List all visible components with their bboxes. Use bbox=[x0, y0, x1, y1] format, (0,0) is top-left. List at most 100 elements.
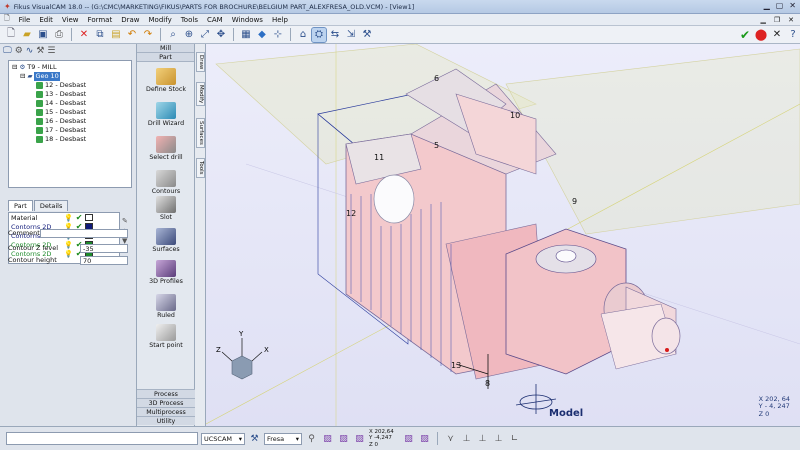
save-icon[interactable]: ▣ bbox=[36, 28, 50, 42]
tool-icon[interactable]: ⚒ bbox=[36, 46, 44, 56]
tree-op[interactable]: 13 - Desbast bbox=[12, 90, 128, 99]
comment-input[interactable] bbox=[40, 228, 128, 238]
accept-icon[interactable]: ✔ bbox=[738, 28, 752, 42]
stop-icon[interactable]: ⬤ bbox=[754, 28, 768, 42]
doc-close-button[interactable]: ✕ bbox=[788, 16, 794, 24]
settings-icon[interactable]: ⚙ bbox=[15, 46, 23, 56]
menu-cam[interactable]: CAM bbox=[207, 16, 223, 24]
pan-icon[interactable]: ✥ bbox=[214, 28, 228, 42]
copy-icon[interactable]: ⧉ bbox=[93, 28, 107, 42]
paste-icon[interactable]: ▤ bbox=[109, 28, 123, 42]
slot-button[interactable]: Slot bbox=[137, 196, 195, 221]
postprocess-icon[interactable]: ⇲ bbox=[344, 28, 358, 42]
tab-draw[interactable]: Draw bbox=[196, 52, 205, 73]
part-header[interactable]: Part bbox=[137, 53, 194, 62]
help-icon[interactable]: ? bbox=[786, 28, 800, 42]
start-point-button[interactable]: Start point bbox=[137, 324, 195, 349]
tab-details[interactable]: Details bbox=[33, 200, 69, 211]
render-icon[interactable]: ⌂ bbox=[296, 28, 310, 42]
tree-geo[interactable]: ⊟ ▰ Geo 10 bbox=[12, 72, 128, 81]
close-button[interactable]: ✕ bbox=[789, 1, 796, 10]
monitor-icon[interactable]: 🖵 bbox=[3, 46, 12, 56]
maximize-button[interactable]: ▢ bbox=[776, 1, 784, 10]
axes-icon[interactable]: ⊹ bbox=[271, 28, 285, 42]
undo-icon[interactable]: ↶ bbox=[125, 28, 139, 42]
mill-header[interactable]: Mill bbox=[137, 44, 194, 53]
cancel-icon[interactable]: ✕ bbox=[770, 28, 784, 42]
new-file-icon[interactable]: 🗋 bbox=[4, 28, 18, 42]
edit-icon[interactable]: ✎ bbox=[122, 216, 128, 226]
height-input[interactable]: 70 bbox=[80, 255, 128, 265]
shading-icon[interactable]: ◆ bbox=[255, 28, 269, 42]
snap4-icon[interactable]: ⊥ bbox=[492, 432, 505, 445]
machine-icon[interactable]: ⚒ bbox=[360, 28, 374, 42]
3d-profiles-button[interactable]: 3D Profiles bbox=[137, 260, 195, 285]
menu-format[interactable]: Format bbox=[88, 16, 113, 24]
tab-part[interactable]: Part bbox=[8, 200, 33, 211]
graph-icon[interactable]: ∿ bbox=[26, 46, 34, 56]
doc-minimize-button[interactable]: ▁ bbox=[760, 16, 765, 24]
menu-windows[interactable]: Windows bbox=[232, 16, 263, 24]
tree-op[interactable]: 17 - Desbast bbox=[12, 126, 128, 135]
list-item[interactable]: Material 💡 ✔ bbox=[9, 213, 119, 222]
utility-tab[interactable]: Utility bbox=[137, 416, 195, 425]
menu-help[interactable]: Help bbox=[272, 16, 288, 24]
surfaces-button[interactable]: Surfaces bbox=[137, 228, 195, 253]
menu-file[interactable]: File bbox=[19, 16, 31, 24]
print-icon[interactable]: ⎙ bbox=[52, 28, 66, 42]
layer-icon[interactable]: ▨ bbox=[402, 432, 415, 445]
tool-select-icon[interactable]: ⚒ bbox=[248, 432, 261, 445]
select-drill-button[interactable]: Select drill bbox=[137, 136, 195, 161]
ucs-select[interactable]: UCSCAM ▾ bbox=[201, 432, 245, 445]
tree-op[interactable]: 12 - Desbast bbox=[12, 81, 128, 90]
minimize-button[interactable]: ▁ bbox=[764, 1, 770, 10]
layer2-icon[interactable]: ▨ bbox=[418, 432, 431, 445]
menu-draw[interactable]: Draw bbox=[121, 16, 139, 24]
process-tab[interactable]: Process bbox=[137, 389, 195, 398]
snap5-icon[interactable]: ∟ bbox=[508, 432, 521, 445]
view-tile3-icon[interactable]: ▨ bbox=[353, 432, 366, 445]
menu-tools[interactable]: Tools bbox=[181, 16, 198, 24]
snap3-icon[interactable]: ⊥ bbox=[476, 432, 489, 445]
tree-op[interactable]: 16 - Desbast bbox=[12, 117, 128, 126]
tree-op[interactable]: 18 - Desbast bbox=[12, 135, 128, 144]
zoom-window-icon[interactable]: ⌕ bbox=[166, 28, 180, 42]
tab-surfaces[interactable]: Surfaces bbox=[196, 118, 205, 148]
tool-select[interactable]: Fresa ▾ bbox=[264, 432, 302, 445]
menu-view[interactable]: View bbox=[62, 16, 79, 24]
simulation-icon[interactable]: ⛭ bbox=[311, 26, 327, 43]
open-folder-icon[interactable]: ▰ bbox=[20, 28, 34, 42]
multiprocess-tab[interactable]: Multiprocess bbox=[137, 407, 195, 416]
redo-icon[interactable]: ↷ bbox=[141, 28, 155, 42]
command-input[interactable] bbox=[6, 432, 198, 445]
snap2-icon[interactable]: ⊥ bbox=[460, 432, 473, 445]
color-swatch[interactable] bbox=[85, 214, 94, 221]
menu-modify[interactable]: Modify bbox=[149, 16, 172, 24]
list-icon[interactable]: ☰ bbox=[47, 46, 55, 56]
tab-tools[interactable]: Tools bbox=[196, 158, 205, 178]
toolpath-icon[interactable]: ⇆ bbox=[328, 28, 342, 42]
zoom-extents-icon[interactable]: ⤢ bbox=[198, 28, 212, 42]
views-icon[interactable]: ▦ bbox=[239, 28, 253, 42]
tree-root[interactable]: ⊟ ⚙ T9 - MILL bbox=[12, 63, 128, 72]
zoom-in-icon[interactable]: ⊕ bbox=[182, 28, 196, 42]
tree-op[interactable]: 15 - Desbast bbox=[12, 108, 128, 117]
filter-icon[interactable]: ⚲ bbox=[305, 432, 318, 445]
view-tile2-icon[interactable]: ▨ bbox=[337, 432, 350, 445]
3d-process-tab[interactable]: 3D Process bbox=[137, 398, 195, 407]
z-level-input[interactable]: -35 bbox=[80, 243, 128, 253]
tree-op[interactable]: 14 - Desbast bbox=[12, 99, 128, 108]
snap-icon[interactable]: ⋎ bbox=[444, 432, 457, 445]
view-tile-icon[interactable]: ▨ bbox=[321, 432, 334, 445]
ruled-button[interactable]: Ruled bbox=[137, 294, 195, 319]
bulb-icon[interactable]: 💡 bbox=[64, 214, 73, 222]
check-icon[interactable]: ✔ bbox=[76, 213, 83, 222]
drill-wizard-button[interactable]: Drill Wizard bbox=[137, 102, 195, 127]
3d-viewport[interactable]: Y Z X 6 10 11 5 9 12 13 8 Model X 202, 6… bbox=[206, 44, 800, 426]
contours-button[interactable]: Contours bbox=[137, 170, 195, 195]
define-stock-button[interactable]: Define Stock bbox=[137, 68, 195, 93]
menu-edit[interactable]: Edit bbox=[39, 16, 53, 24]
tab-modify[interactable]: Modify bbox=[196, 82, 205, 107]
doc-restore-button[interactable]: ❐ bbox=[774, 16, 780, 24]
delete-icon[interactable]: ✕ bbox=[77, 28, 91, 42]
